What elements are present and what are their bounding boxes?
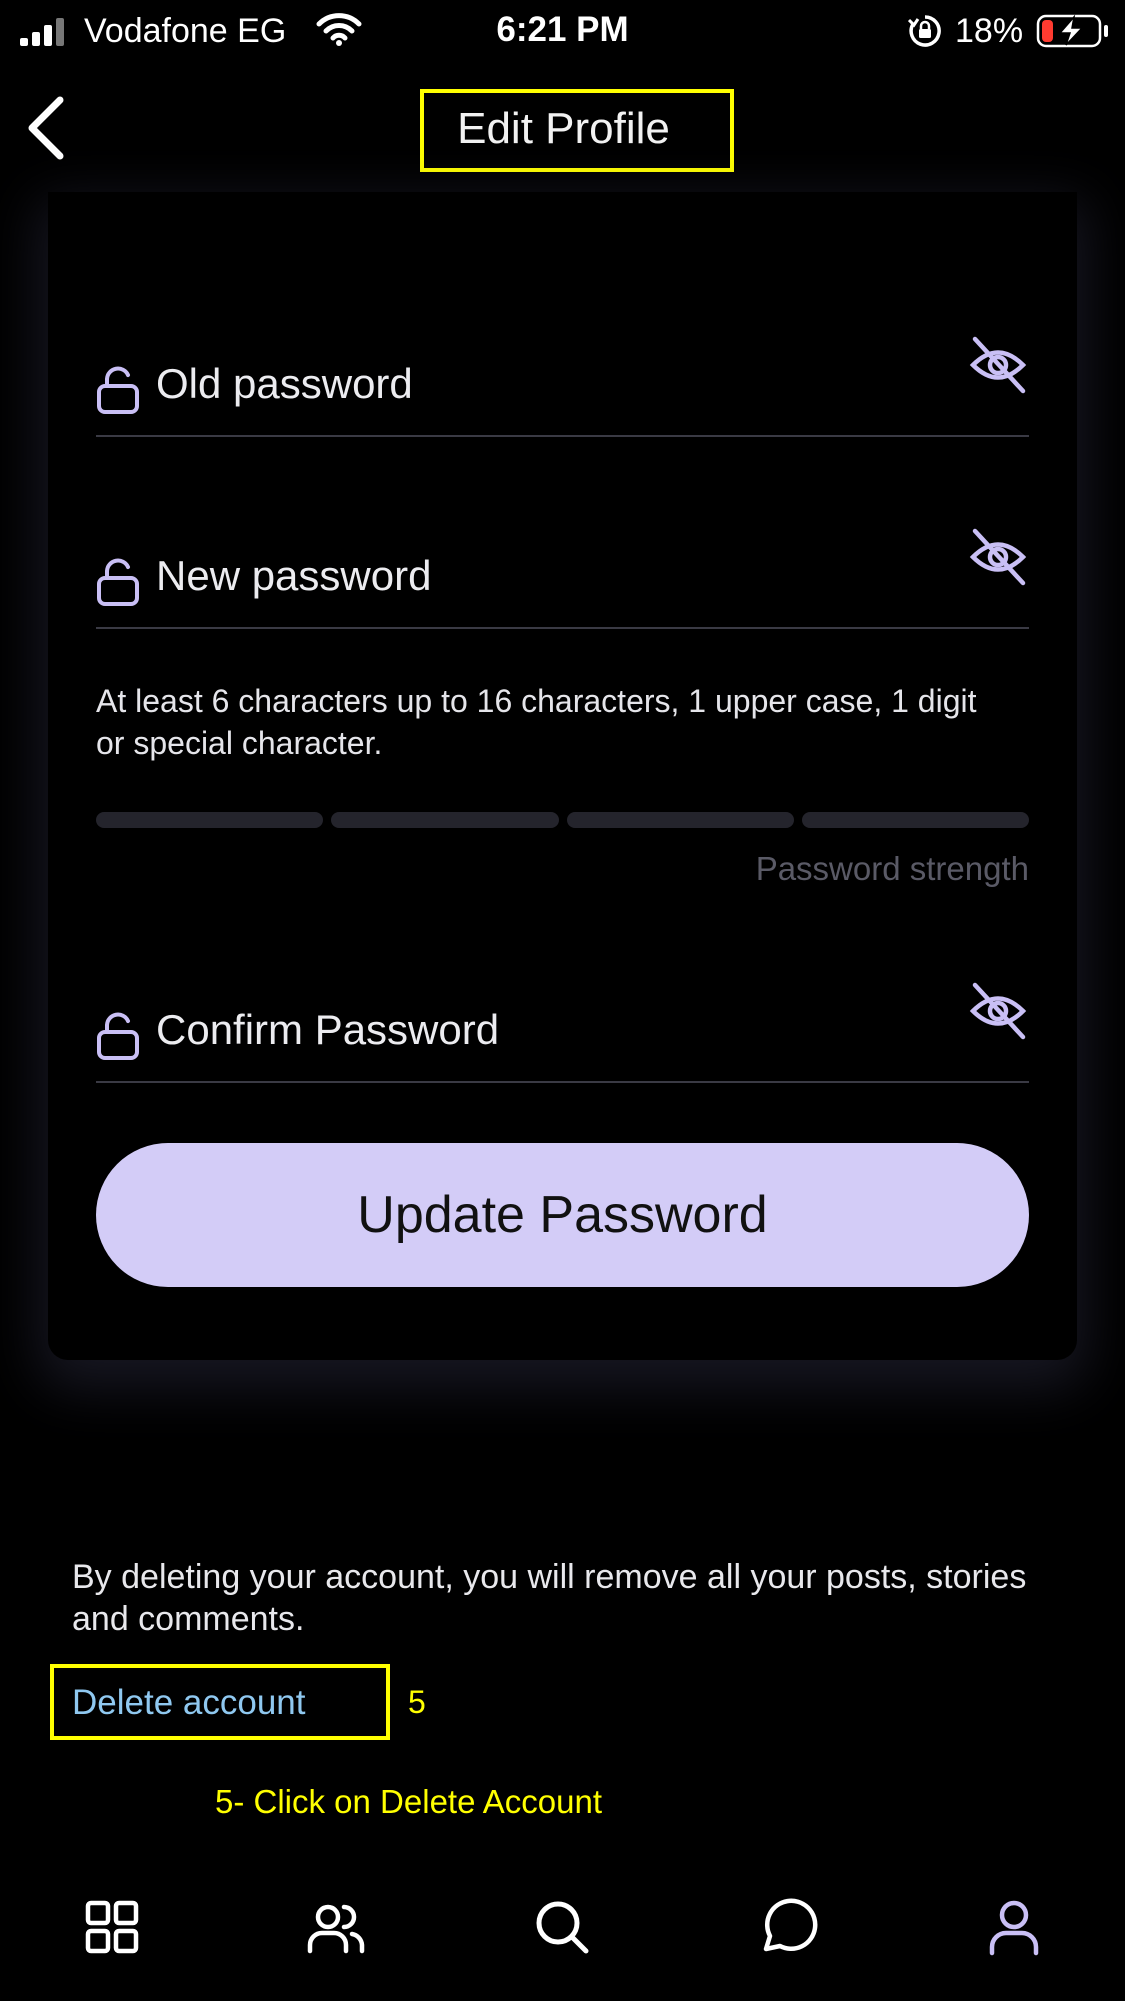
password-strength-meter bbox=[96, 812, 1029, 830]
strength-segment bbox=[566, 812, 794, 828]
page-title: Edit Profile bbox=[0, 104, 1125, 154]
eye-off-icon[interactable] bbox=[967, 334, 1029, 396]
update-password-button[interactable]: Update Password bbox=[96, 1143, 1029, 1287]
unlock-icon bbox=[97, 558, 139, 606]
chat-icon[interactable] bbox=[756, 1895, 820, 1959]
strength-segment bbox=[801, 812, 1029, 828]
rotation-lock-icon bbox=[908, 15, 941, 47]
delete-account-note: By deleting your account, you will remov… bbox=[72, 1558, 1027, 1638]
strength-segment bbox=[96, 812, 324, 828]
confirm-password-field[interactable]: Confirm Password bbox=[96, 962, 1029, 1083]
status-bar: Vodafone EG 6:21 PM 18% bbox=[0, 0, 1125, 64]
battery-charging-icon bbox=[1036, 14, 1108, 48]
strength-segment bbox=[331, 812, 559, 828]
eye-off-icon[interactable] bbox=[967, 980, 1029, 1042]
eye-off-icon[interactable] bbox=[967, 526, 1029, 588]
new-password-field[interactable]: New password bbox=[96, 508, 1029, 629]
delete-account-link[interactable]: Delete account bbox=[72, 1683, 305, 1723]
unlock-icon bbox=[97, 366, 139, 414]
new-password-label: New password bbox=[156, 552, 432, 599]
annotation-step-caption: 5- Click on Delete Account bbox=[215, 1783, 603, 1820]
users-icon[interactable] bbox=[304, 1895, 368, 1959]
battery-percent: 18% bbox=[955, 12, 1024, 50]
confirm-password-underline bbox=[96, 1081, 1029, 1083]
grid-icon[interactable] bbox=[80, 1895, 144, 1959]
old-password-label: Old password bbox=[156, 360, 413, 407]
password-hint: At least 6 characters up to 16 character… bbox=[96, 683, 977, 761]
confirm-password-label: Confirm Password bbox=[156, 1006, 500, 1053]
password-strength-label: Password strength bbox=[755, 850, 1029, 887]
new-password-underline bbox=[96, 627, 1029, 629]
unlock-icon bbox=[97, 1012, 139, 1060]
old-password-underline bbox=[96, 435, 1029, 437]
page-title-text: Edit Profile bbox=[457, 104, 670, 153]
search-icon[interactable] bbox=[530, 1895, 594, 1959]
old-password-field[interactable]: Old password bbox=[96, 316, 1029, 437]
profile-icon[interactable] bbox=[982, 1895, 1046, 1959]
annotation-step-number: 5 bbox=[408, 1684, 426, 1720]
